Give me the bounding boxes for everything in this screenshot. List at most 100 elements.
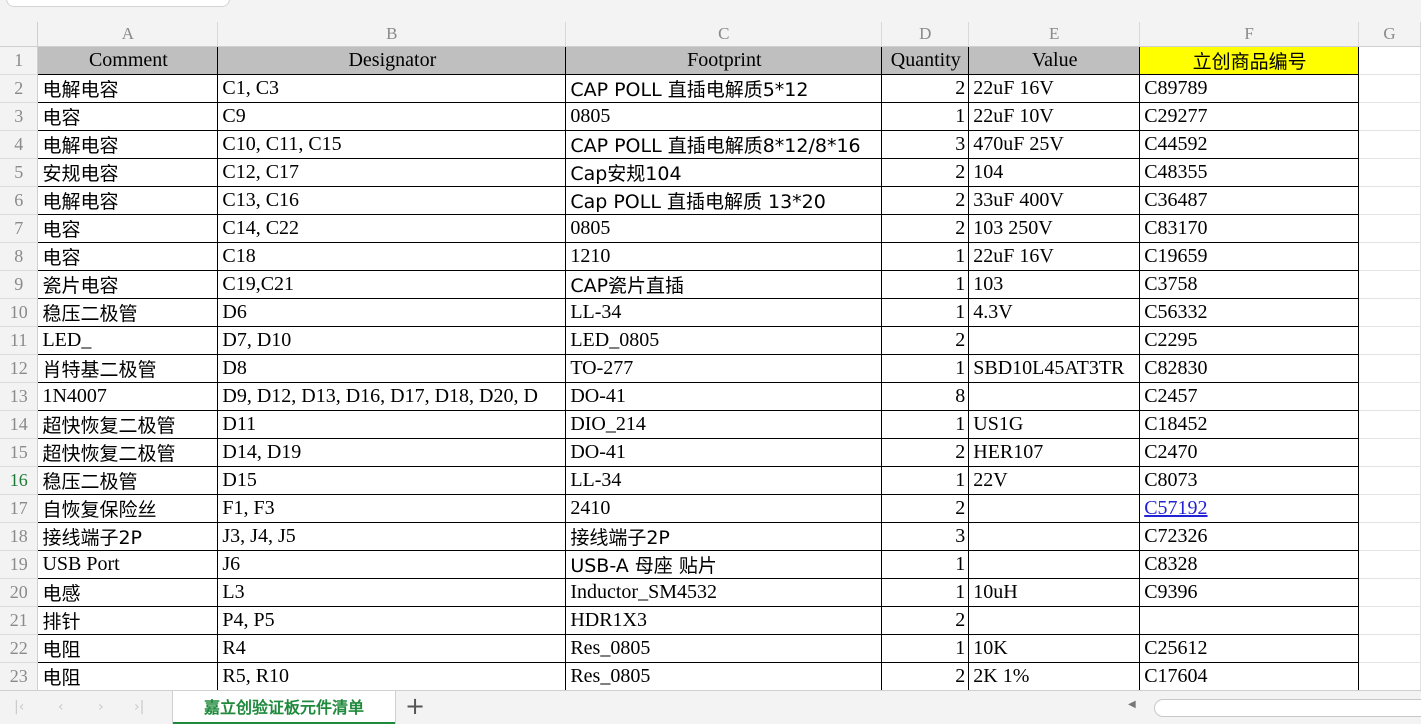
- designator-cell[interactable]: C10, C11, C15: [217, 130, 567, 159]
- header-value[interactable]: Value: [968, 46, 1141, 75]
- part-number-link[interactable]: C57192: [1144, 497, 1207, 519]
- last-sheet-icon[interactable]: ›|: [134, 699, 144, 715]
- row-header[interactable]: 23: [0, 662, 39, 691]
- part-number-cell[interactable]: C19659: [1139, 242, 1360, 271]
- part-number-cell[interactable]: C29277: [1139, 102, 1360, 131]
- empty-cell[interactable]: [1358, 494, 1421, 523]
- header-designator[interactable]: Designator: [217, 46, 567, 75]
- part-number-cell[interactable]: C25612: [1139, 634, 1360, 663]
- footprint-cell[interactable]: LL-34: [565, 298, 883, 327]
- value-cell[interactable]: [968, 494, 1141, 523]
- quantity-cell[interactable]: 2: [881, 662, 970, 691]
- row-header[interactable]: 18: [0, 522, 39, 551]
- designator-cell[interactable]: C19,C21: [217, 270, 567, 299]
- value-cell[interactable]: [968, 606, 1141, 635]
- row-header[interactable]: 20: [0, 578, 39, 607]
- part-number-cell[interactable]: C48355: [1139, 158, 1360, 187]
- footprint-cell[interactable]: DO-41: [565, 382, 883, 411]
- comment-cell[interactable]: 电阻: [37, 662, 219, 691]
- value-cell[interactable]: 22V: [968, 466, 1141, 495]
- designator-cell[interactable]: C14, C22: [217, 214, 567, 243]
- value-cell[interactable]: 33uF 400V: [968, 186, 1141, 215]
- empty-cell[interactable]: [1358, 242, 1421, 271]
- horizontal-scrollbar[interactable]: ◀: [1124, 699, 1421, 717]
- header-footprint[interactable]: Footprint: [565, 46, 883, 75]
- formula-box-edge[interactable]: [6, 0, 230, 7]
- part-number-cell[interactable]: C18452: [1139, 410, 1360, 439]
- designator-cell[interactable]: F1, F3: [217, 494, 567, 523]
- value-cell[interactable]: 22uF 16V: [968, 242, 1141, 271]
- designator-cell[interactable]: D7, D10: [217, 326, 567, 355]
- part-number-cell[interactable]: C8073: [1139, 466, 1360, 495]
- part-number-cell[interactable]: C72326: [1139, 522, 1360, 551]
- value-cell[interactable]: 104: [968, 158, 1141, 187]
- designator-cell[interactable]: J6: [217, 550, 567, 579]
- empty-cell[interactable]: [1358, 550, 1421, 579]
- value-cell[interactable]: HER107: [968, 438, 1141, 467]
- part-number-cell[interactable]: C2470: [1139, 438, 1360, 467]
- designator-cell[interactable]: D14, D19: [217, 438, 567, 467]
- comment-cell[interactable]: 电容: [37, 214, 219, 243]
- part-number-cell[interactable]: C2457: [1139, 382, 1360, 411]
- row-header[interactable]: 9: [0, 270, 39, 299]
- row-header[interactable]: 13: [0, 382, 39, 411]
- part-number-cell[interactable]: C8328: [1139, 550, 1360, 579]
- quantity-cell[interactable]: 2: [881, 186, 970, 215]
- quantity-cell[interactable]: 1: [881, 466, 970, 495]
- quantity-cell[interactable]: 3: [881, 522, 970, 551]
- comment-cell[interactable]: 自恢复保险丝: [37, 494, 219, 523]
- footprint-cell[interactable]: Res_0805: [565, 662, 883, 691]
- comment-cell[interactable]: USB Port: [37, 550, 219, 579]
- footprint-cell[interactable]: Cap安规104: [565, 158, 883, 187]
- row-header[interactable]: 10: [0, 298, 39, 327]
- row-header[interactable]: 1: [0, 46, 39, 75]
- value-cell[interactable]: US1G: [968, 410, 1141, 439]
- designator-cell[interactable]: D9, D12, D13, D16, D17, D18, D20, D: [217, 382, 567, 411]
- row-header[interactable]: 14: [0, 410, 39, 439]
- column-header-b[interactable]: B: [217, 22, 567, 47]
- part-number-cell[interactable]: C44592: [1139, 130, 1360, 159]
- part-number-cell[interactable]: C36487: [1139, 186, 1360, 215]
- designator-cell[interactable]: D6: [217, 298, 567, 327]
- part-number-cell[interactable]: [1139, 606, 1360, 635]
- comment-cell[interactable]: 超快恢复二极管: [37, 438, 219, 467]
- comment-cell[interactable]: 电容: [37, 102, 219, 131]
- first-sheet-icon[interactable]: |‹: [14, 699, 24, 715]
- column-header-c[interactable]: C: [565, 22, 883, 47]
- designator-cell[interactable]: D8: [217, 354, 567, 383]
- part-number-cell[interactable]: C82830: [1139, 354, 1360, 383]
- spreadsheet-grid[interactable]: ABCDEFG 1 Comment Designator Footprint Quant…: [0, 22, 1421, 691]
- designator-cell[interactable]: D11: [217, 410, 567, 439]
- row-header[interactable]: 19: [0, 550, 39, 579]
- value-cell[interactable]: 2K 1%: [968, 662, 1141, 691]
- part-number-cell[interactable]: C56332: [1139, 298, 1360, 327]
- part-number-cell[interactable]: C3758: [1139, 270, 1360, 299]
- column-header-d[interactable]: D: [881, 22, 970, 47]
- row-header[interactable]: 17: [0, 494, 39, 523]
- row-header[interactable]: 8: [0, 242, 39, 271]
- row-header[interactable]: 12: [0, 354, 39, 383]
- row-header[interactable]: 22: [0, 634, 39, 663]
- footprint-cell[interactable]: CAP瓷片直插: [565, 270, 883, 299]
- comment-cell[interactable]: 接线端子2P: [37, 522, 219, 551]
- empty-cell[interactable]: [1358, 578, 1421, 607]
- footprint-cell[interactable]: TO-277: [565, 354, 883, 383]
- value-cell[interactable]: 4.3V: [968, 298, 1141, 327]
- comment-cell[interactable]: 排针: [37, 606, 219, 635]
- quantity-cell[interactable]: 1: [881, 410, 970, 439]
- value-cell[interactable]: 22uF 10V: [968, 102, 1141, 131]
- part-number-cell[interactable]: C17604: [1139, 662, 1360, 691]
- empty-cell[interactable]: [1358, 662, 1421, 691]
- comment-cell[interactable]: 电解电容: [37, 74, 219, 103]
- designator-cell[interactable]: C12, C17: [217, 158, 567, 187]
- empty-cell[interactable]: [1358, 606, 1421, 635]
- footprint-cell[interactable]: 0805: [565, 102, 883, 131]
- column-header-a[interactable]: A: [37, 22, 219, 47]
- comment-cell[interactable]: 瓷片电容: [37, 270, 219, 299]
- scrollbar-thumb[interactable]: [1154, 699, 1421, 717]
- quantity-cell[interactable]: 1: [881, 298, 970, 327]
- value-cell[interactable]: 470uF 25V: [968, 130, 1141, 159]
- comment-cell[interactable]: LED_: [37, 326, 219, 355]
- value-cell[interactable]: [968, 326, 1141, 355]
- empty-cell[interactable]: [1358, 438, 1421, 467]
